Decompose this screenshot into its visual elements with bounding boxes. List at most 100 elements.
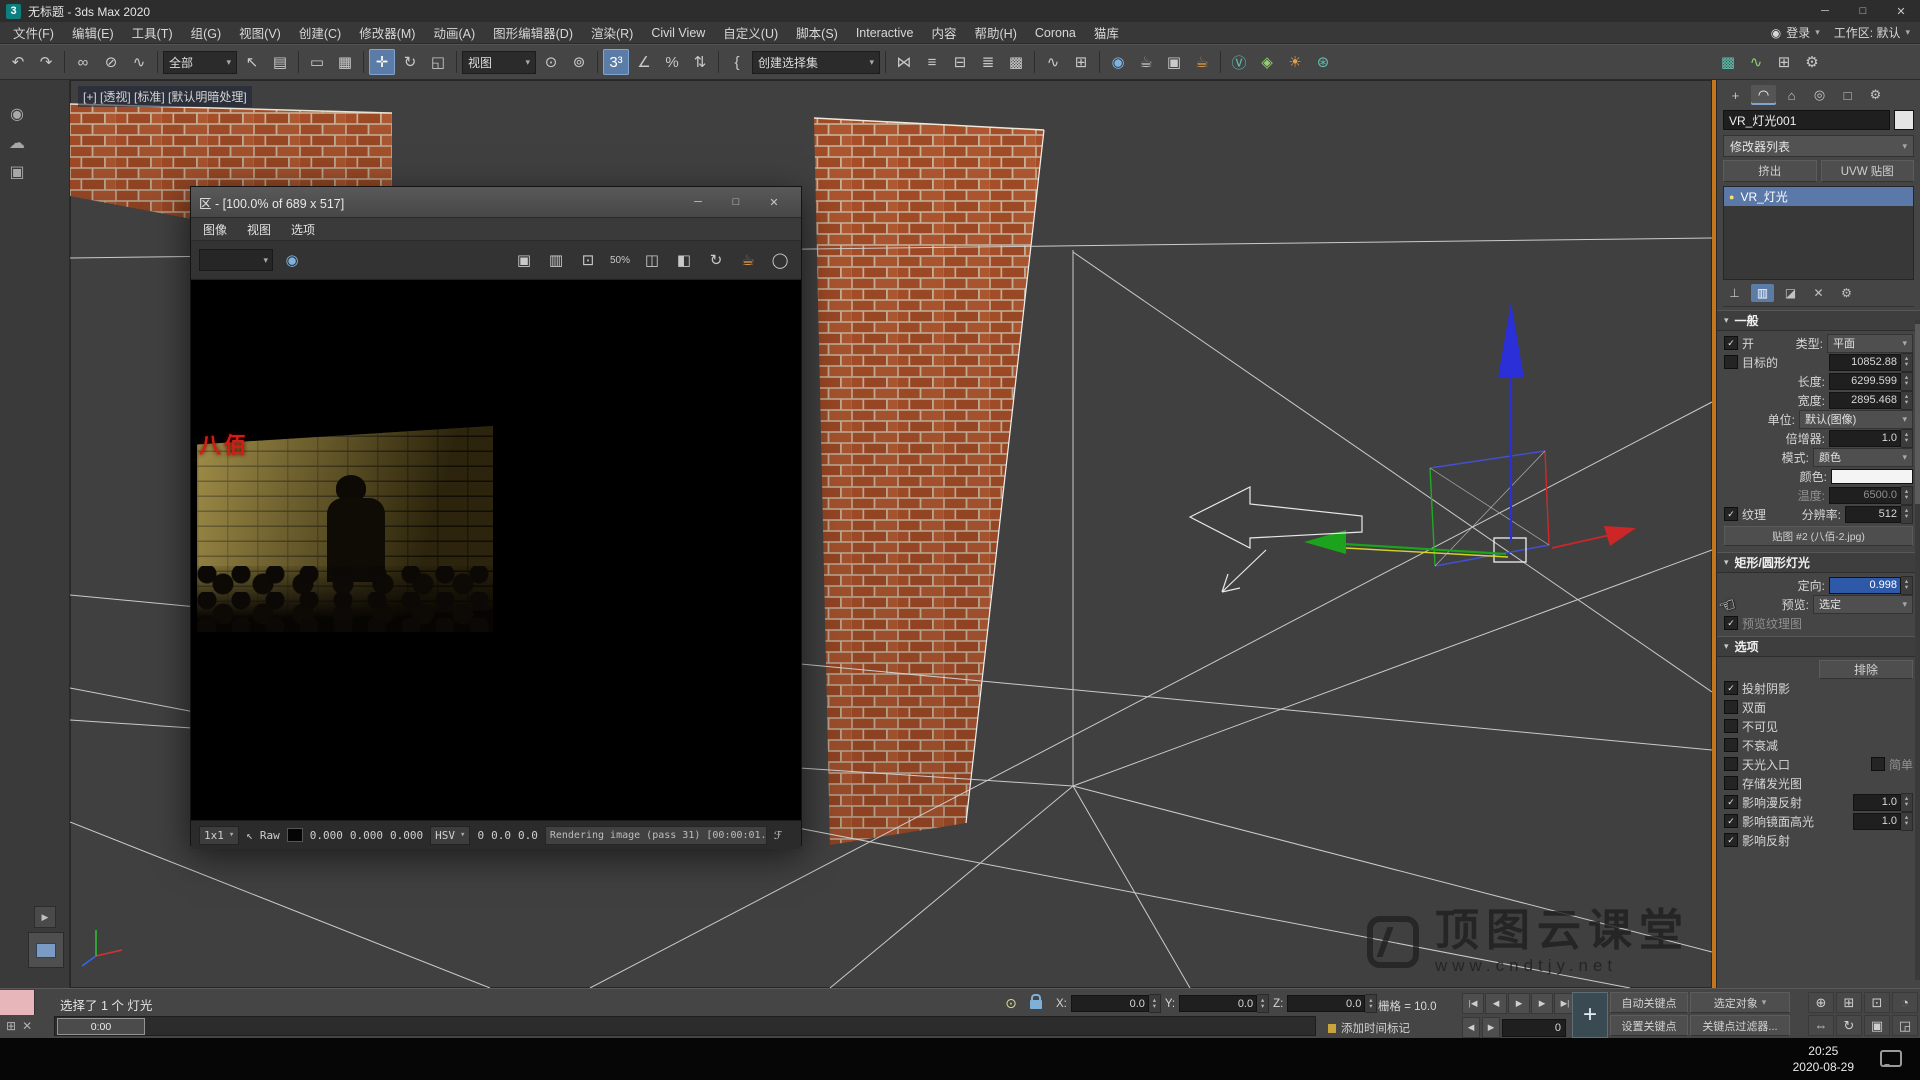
minimize-button[interactable]: ─ — [1806, 0, 1844, 22]
vfb-minimize-button[interactable]: ─ — [679, 191, 717, 213]
select-and-scale-icon[interactable]: ◱ — [425, 49, 451, 75]
vfb-close-button[interactable]: ✕ — [755, 191, 793, 213]
zoom-all-icon[interactable]: ⊞ — [1836, 992, 1862, 1013]
rectangular-selection-region-icon[interactable]: ▭ — [304, 49, 330, 75]
go-to-start-button[interactable]: |◀ — [1462, 993, 1484, 1014]
exclude-button[interactable]: 排除 — [1819, 660, 1913, 679]
rollout-general-header[interactable]: ▾ 一般 — [1717, 310, 1920, 331]
vray-toolbar-icon[interactable]: Ⓥ — [1226, 49, 1252, 75]
set-key-button[interactable]: 设置关键点 — [1610, 1015, 1688, 1036]
configure-modifier-sets-icon[interactable]: ⚙ — [1835, 284, 1858, 302]
light-type-dropdown[interactable]: 平面▾ — [1827, 334, 1913, 353]
tab-motion-icon[interactable]: ◎ — [1807, 85, 1832, 105]
menu-edit[interactable]: 编辑(E) — [63, 23, 123, 42]
vfb-zoom-dropdown[interactable]: 1x1 ▾ — [199, 826, 239, 845]
viewport-tab-expand-icon[interactable]: ▶ — [34, 906, 56, 928]
vfb-render-canvas[interactable]: 八佰 — [191, 280, 801, 820]
maximize-viewport-icon[interactable]: ▣ — [1864, 1015, 1890, 1036]
align-icon[interactable]: ≡ — [919, 49, 945, 75]
zoom-extents-icon[interactable]: ⊡ — [1864, 992, 1890, 1013]
plugin-grid-icon[interactable]: ⊞ — [1771, 49, 1797, 75]
tab-utilities-icon[interactable]: ⚙ — [1863, 85, 1888, 105]
auto-key-button[interactable]: 自动关键点 — [1610, 992, 1688, 1013]
invisible-checkbox[interactable] — [1724, 719, 1738, 733]
selected-objects-dropdown[interactable]: 选定对象▾ — [1690, 992, 1790, 1013]
tab-display-icon[interactable]: □ — [1835, 85, 1860, 105]
angle-snap-icon[interactable]: ∠ — [631, 49, 657, 75]
multiplier-field[interactable]: 1.0 — [1829, 430, 1901, 447]
isolate-selection-icon[interactable]: ⊙ — [1000, 993, 1022, 1013]
notification-bubble-icon[interactable] — [1880, 1050, 1902, 1067]
vfb-maximize-button[interactable]: □ — [717, 191, 755, 213]
x-coordinate-field[interactable]: 0.0 — [1071, 995, 1149, 1012]
selection-filter-dropdown[interactable]: 全部 ▾ — [163, 51, 237, 74]
pin-stack-icon[interactable]: ⊥ — [1723, 284, 1746, 302]
object-name-field[interactable]: VR_灯光001 — [1723, 110, 1890, 130]
object-color-swatch[interactable] — [1894, 110, 1914, 130]
double-sided-checkbox[interactable] — [1724, 700, 1738, 714]
temperature-spinner[interactable]: ▴▾ — [1901, 486, 1913, 505]
affect-reflections-checkbox[interactable]: ✓ — [1724, 833, 1738, 847]
extrude-button[interactable]: 挤出 — [1723, 160, 1817, 182]
multiplier-spinner[interactable]: ▴▾ — [1901, 429, 1913, 448]
affect-diffuse-checkbox[interactable]: ✓ — [1724, 795, 1738, 809]
scene-explorer-icon[interactable]: ⊟ — [947, 49, 973, 75]
vfb-compare-icon[interactable]: ◫ — [639, 247, 665, 273]
schematic-view-icon[interactable]: ⊞ — [1068, 49, 1094, 75]
vray-diamond-icon[interactable]: ◈ — [1254, 49, 1280, 75]
plugin-curve-icon[interactable]: ∿ — [1743, 49, 1769, 75]
bind-to-space-warp-icon[interactable]: ∿ — [126, 49, 152, 75]
z-spinner[interactable]: ▴▾ — [1365, 994, 1377, 1013]
directional-spinner[interactable]: ▴▾ — [1901, 576, 1913, 595]
sun-light-icon[interactable]: ☀ — [1282, 49, 1308, 75]
edit-named-selection-icon[interactable]: { — [724, 49, 750, 75]
resolution-spinner[interactable]: ▴▾ — [1901, 505, 1913, 524]
menu-animation[interactable]: 动画(A) — [424, 23, 484, 42]
time-slider-handle[interactable]: 0:00 — [57, 1018, 145, 1035]
menu-civil-view[interactable]: Civil View — [642, 26, 714, 40]
vfb-hsv-dropdown[interactable]: HSV ▾ — [430, 826, 470, 845]
set-keys-button[interactable]: + — [1572, 992, 1608, 1038]
simple-checkbox[interactable] — [1871, 757, 1885, 771]
key-prev-icon[interactable]: ◀ — [1462, 1017, 1480, 1038]
directional-field[interactable]: 0.998 — [1829, 577, 1901, 594]
menu-group[interactable]: 组(G) — [182, 23, 231, 42]
render-production-icon[interactable]: ☕ — [1189, 49, 1215, 75]
preview-dropdown[interactable]: 选定▾ — [1813, 595, 1913, 614]
menu-rendering[interactable]: 渲染(R) — [582, 23, 642, 42]
panel-scrollbar-thumb[interactable] — [1915, 324, 1920, 504]
ribbon-icon[interactable]: ▩ — [1003, 49, 1029, 75]
light-color-swatch[interactable] — [1831, 469, 1913, 484]
previous-frame-button[interactable]: ◀ — [1485, 993, 1507, 1014]
remove-modifier-icon[interactable]: ✕ — [1807, 284, 1830, 302]
vfb-menu-options[interactable]: 选项 — [291, 221, 315, 238]
zoom-icon[interactable]: ⊕ — [1808, 992, 1834, 1013]
menu-scripting[interactable]: 脚本(S) — [787, 23, 847, 42]
width-spinner[interactable]: ▴▾ — [1901, 391, 1913, 410]
viewport-label[interactable]: [+] [透视] [标准] [默认明暗处理] — [78, 86, 252, 107]
key-filters-button[interactable]: 关键点过滤器... — [1690, 1015, 1790, 1036]
vfb-render-last-icon[interactable]: ☕ — [735, 247, 761, 273]
menu-modifiers[interactable]: 修改器(M) — [350, 23, 424, 42]
selection-lock-icon[interactable] — [1030, 1000, 1042, 1009]
modifier-stack[interactable]: ● VR_灯光 — [1723, 186, 1914, 280]
make-unique-icon[interactable]: ◪ — [1779, 284, 1802, 302]
snaps-toggle-icon[interactable]: 3³ — [603, 49, 629, 75]
y-spinner[interactable]: ▴▾ — [1257, 994, 1269, 1013]
reference-coordinate-dropdown[interactable]: 视图 ▾ — [462, 51, 536, 74]
material-editor-icon[interactable]: ◉ — [1105, 49, 1131, 75]
vfb-ab-compare-icon[interactable]: ◧ — [671, 247, 697, 273]
maxscript-mini-listener[interactable] — [0, 990, 35, 1015]
named-selection-set-dropdown[interactable]: 创建选择集 ▾ — [752, 51, 880, 74]
menu-views[interactable]: 视图(V) — [230, 23, 290, 42]
spinner-snap-icon[interactable]: ⇅ — [687, 49, 713, 75]
select-object-icon[interactable]: ↖ — [239, 49, 265, 75]
uvw-map-button[interactable]: UVW 贴图 — [1821, 160, 1915, 182]
menu-library[interactable]: 猫库 — [1085, 23, 1128, 42]
vray-light-gizmo[interactable] — [1190, 302, 1636, 592]
use-pivot-point-icon[interactable]: ⊙ — [538, 49, 564, 75]
vfb-half-resolution-icon[interactable]: 50% — [607, 247, 633, 273]
panel-box-icon[interactable]: ▣ — [5, 160, 29, 184]
cast-shadows-checkbox[interactable]: ✓ — [1724, 681, 1738, 695]
select-and-link-icon[interactable]: ∞ — [70, 49, 96, 75]
